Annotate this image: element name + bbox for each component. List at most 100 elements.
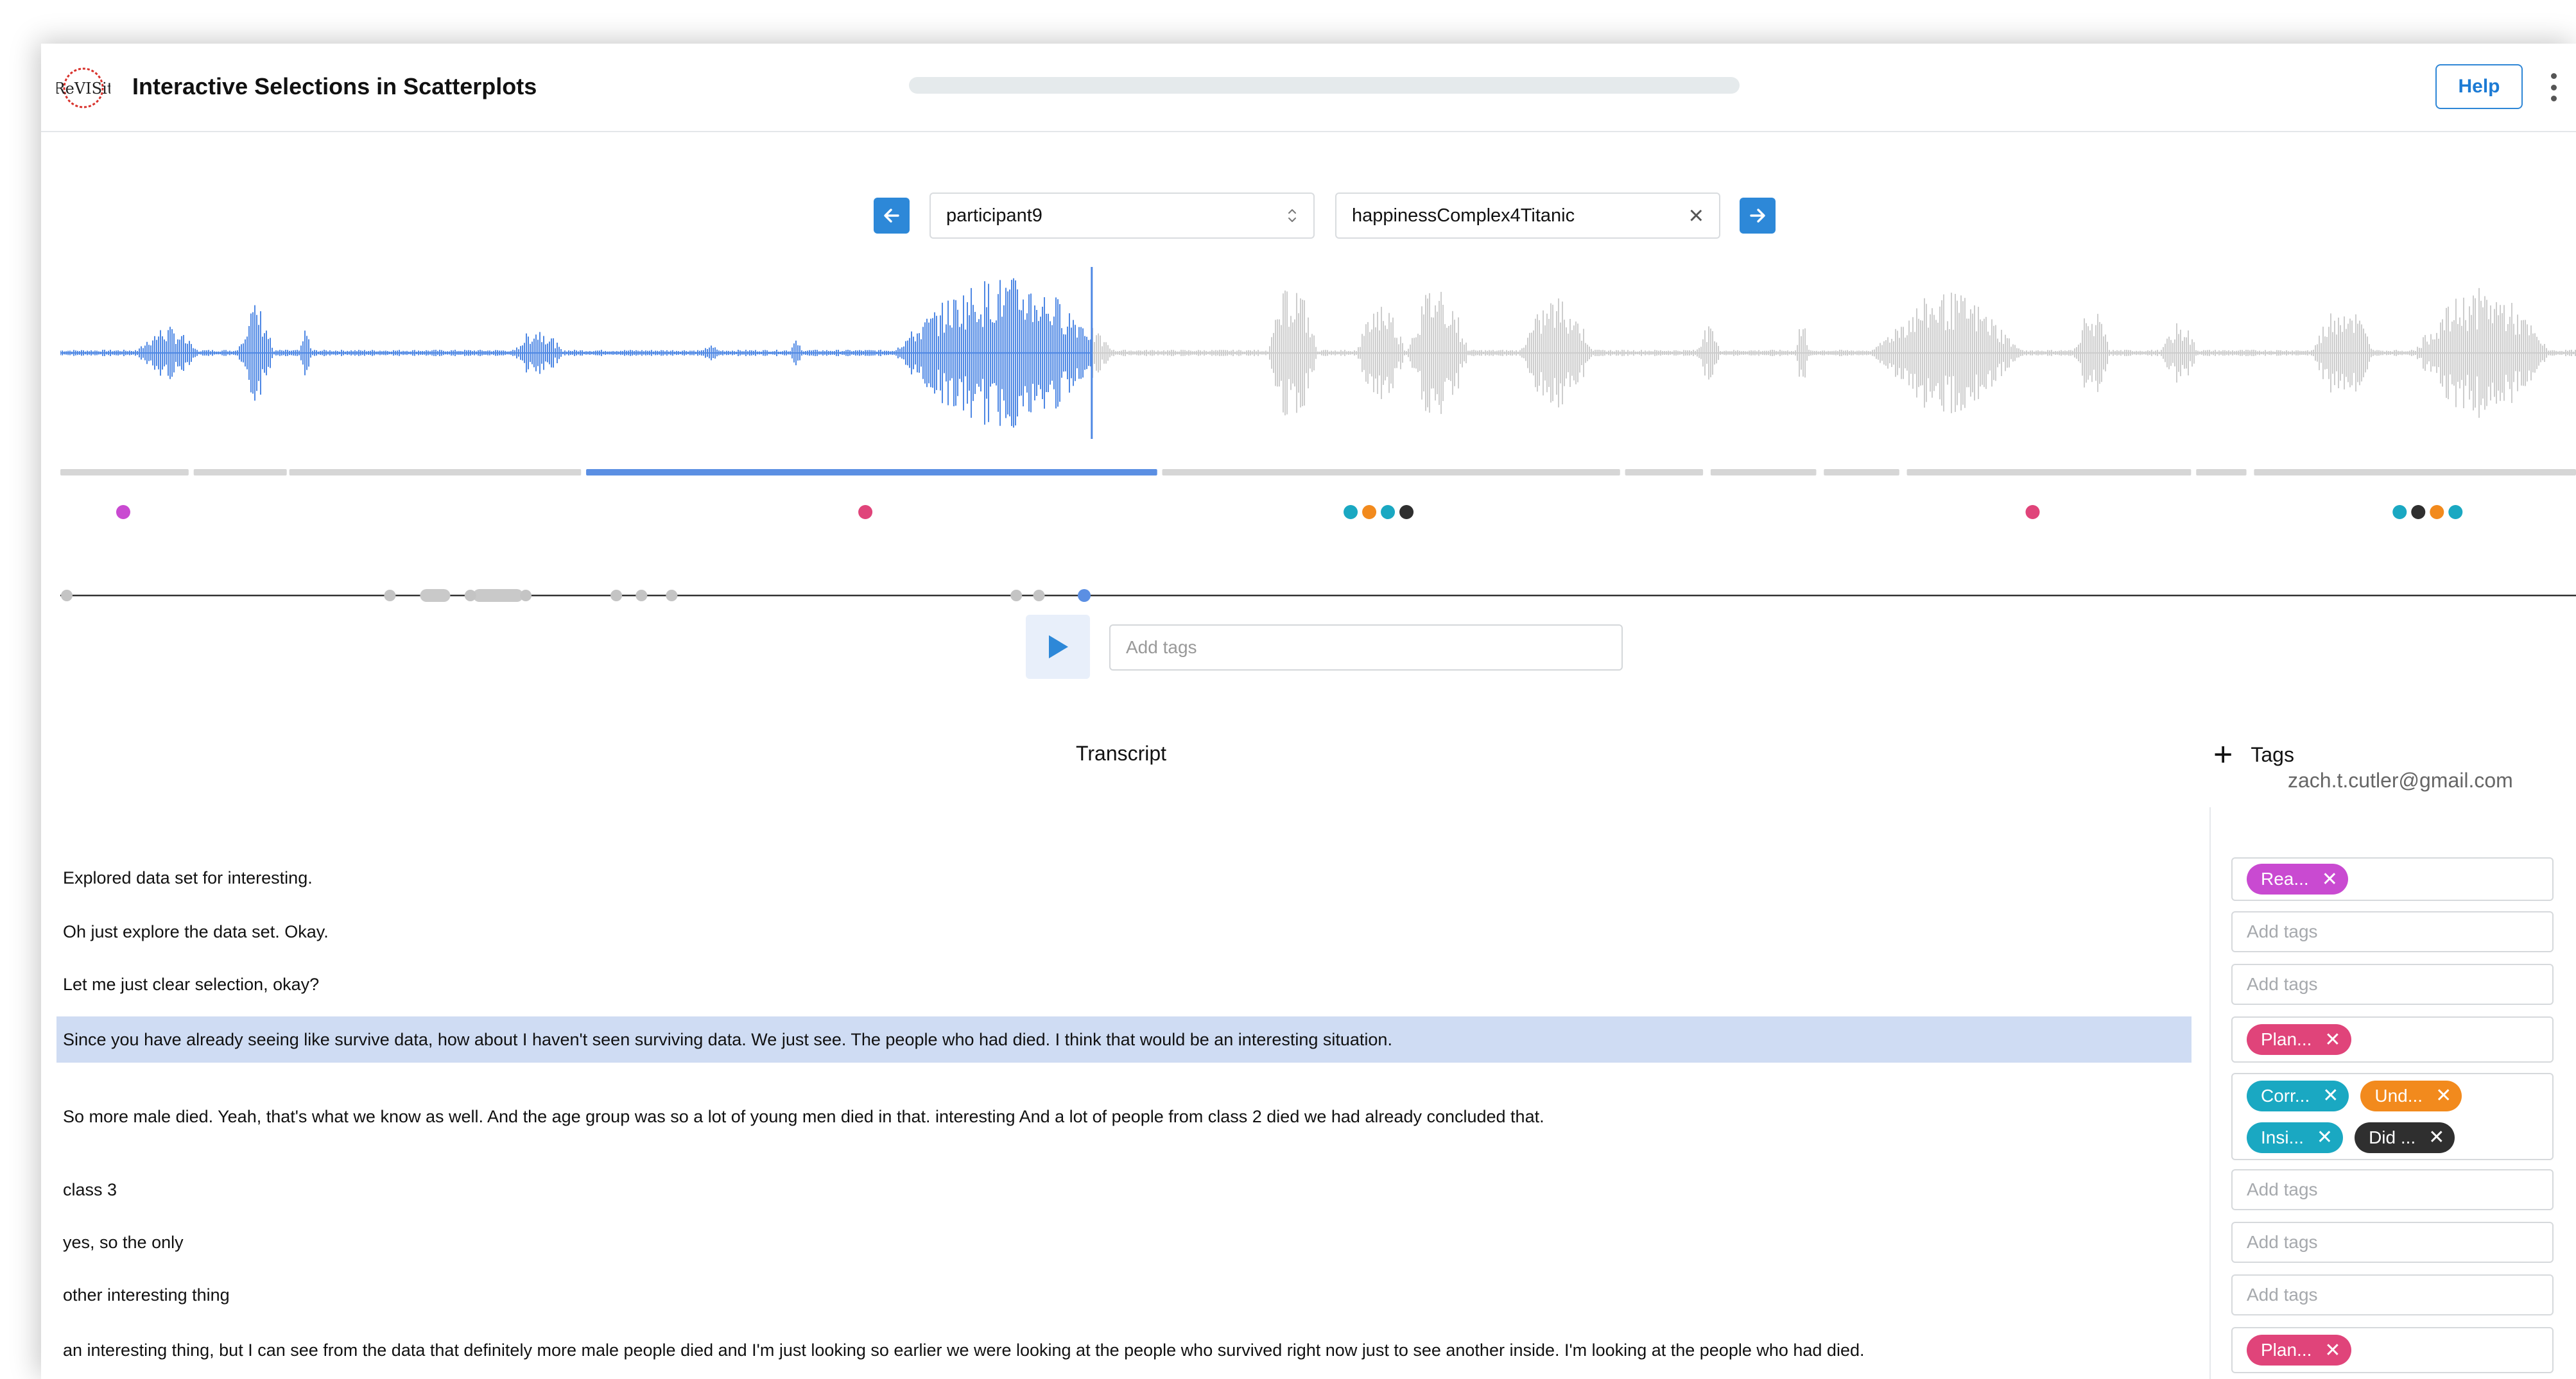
- transcript-segment[interactable]: [1162, 469, 1620, 475]
- segment-tags-input[interactable]: Add tags: [1109, 624, 1623, 671]
- remove-tag-icon[interactable]: ✕: [2324, 1339, 2340, 1362]
- transcript-segment[interactable]: [2254, 469, 2576, 475]
- transcript-row-text[interactable]: class 3: [56, 1169, 117, 1210]
- remove-tag-icon[interactable]: ✕: [2322, 1084, 2338, 1107]
- participant-select[interactable]: participant9: [929, 193, 1315, 239]
- tag-marker-track: [116, 505, 2463, 519]
- tag-chip-label: Insi...: [2261, 1127, 2304, 1147]
- tag-marker: [1362, 505, 1377, 519]
- remove-tag-icon[interactable]: ✕: [2435, 1084, 2451, 1107]
- clear-task-icon[interactable]: ×: [1689, 203, 1704, 228]
- next-participant-button[interactable]: [1740, 198, 1776, 234]
- page-title: Interactive Selections in Scatterplots: [132, 73, 537, 99]
- provenance-node[interactable]: [1010, 590, 1023, 601]
- provenance-node[interactable]: [1078, 589, 1091, 602]
- provenance-node[interactable]: [610, 590, 623, 601]
- tag-chip[interactable]: Did ... ✕: [2355, 1122, 2455, 1153]
- row-tags-input[interactable]: Add tags: [2231, 1274, 2554, 1315]
- transcript-row-text[interactable]: Let me just clear selection, okay?: [56, 964, 319, 1005]
- provenance-node[interactable]: [1033, 590, 1045, 601]
- help-button[interactable]: Help: [2435, 64, 2523, 109]
- row-tags-input[interactable]: Add tags: [2231, 911, 2554, 952]
- tag-marker: [2411, 505, 2426, 519]
- tags-header: + Tags: [2213, 738, 2294, 771]
- row-tags-input[interactable]: Add tags: [2231, 964, 2554, 1005]
- provenance-node[interactable]: [464, 590, 476, 601]
- transcript-row-text[interactable]: So more male died. Yeah, that's what we …: [56, 1073, 1544, 1160]
- tag-chip[interactable]: Plan... ✕: [2247, 1335, 2351, 1366]
- row-tags-input[interactable]: Plan... ✕: [2231, 1327, 2554, 1373]
- transcript-segment[interactable]: [1824, 469, 1899, 475]
- tag-marker: [1399, 505, 1414, 519]
- tags-placeholder: Add tags: [2247, 1232, 2318, 1252]
- transcript-segment[interactable]: [586, 469, 1157, 475]
- tag-chip[interactable]: Und... ✕: [2360, 1080, 2462, 1111]
- tag-chip[interactable]: Plan... ✕: [2247, 1024, 2351, 1055]
- remove-tag-icon[interactable]: ✕: [2324, 1029, 2340, 1051]
- transcript-title: Transcript: [1076, 742, 1167, 765]
- play-button[interactable]: [1026, 615, 1090, 679]
- transcript-segment[interactable]: [289, 469, 582, 475]
- provenance-node[interactable]: [666, 590, 678, 601]
- tag-chip-label: Plan...: [2261, 1029, 2312, 1049]
- transcript-row-text[interactable]: an interesting thing, but I can see from…: [56, 1327, 1864, 1373]
- row-tags-input[interactable]: Add tags: [2231, 1169, 2554, 1210]
- row-tags-input[interactable]: Rea... ✕: [2231, 857, 2554, 901]
- tag-marker: [858, 505, 873, 519]
- tags-placeholder: Add tags: [2247, 1285, 2318, 1305]
- svg-text:ReVISit: ReVISit: [56, 80, 110, 98]
- tags-header-label: Tags: [2251, 742, 2294, 766]
- chevron-up-down-icon: [1288, 209, 1296, 222]
- user-email: zach.t.cutler@gmail.com: [2288, 769, 2513, 792]
- previous-participant-button[interactable]: [874, 198, 910, 234]
- provenance-node[interactable]: [635, 590, 648, 601]
- provenance-group[interactable]: [472, 589, 524, 602]
- tag-marker: [2025, 505, 2040, 519]
- tag-chip[interactable]: Corr... ✕: [2247, 1080, 2349, 1111]
- remove-tag-icon[interactable]: ✕: [2428, 1126, 2444, 1149]
- task-value: happinessComplex4Titanic: [1352, 205, 1575, 226]
- provenance-timeline[interactable]: [60, 576, 2576, 615]
- provenance-node[interactable]: [61, 590, 73, 601]
- transcript-row-text[interactable]: yes, so the only: [56, 1222, 184, 1263]
- tags-placeholder: Add tags: [2247, 974, 2318, 994]
- tag-marker: [1381, 505, 1396, 519]
- remove-tag-icon[interactable]: ✕: [2317, 1126, 2333, 1149]
- more-options-icon[interactable]: [2548, 73, 2559, 101]
- tag-marker: [2448, 505, 2463, 519]
- transcript-row-text[interactable]: Oh just explore the data set. Okay.: [56, 911, 329, 952]
- arrow-right-icon: [1750, 209, 1765, 223]
- add-tag-icon[interactable]: +: [2213, 738, 2233, 771]
- row-tags-input[interactable]: Corr... ✕ Und... ✕ Insi... ✕ Did ... ✕: [2231, 1073, 2554, 1160]
- tag-chip-label: Und...: [2374, 1085, 2423, 1106]
- transcript-row-text[interactable]: Explored data set for interesting.: [56, 857, 313, 898]
- transcript-segment[interactable]: [1625, 469, 1704, 475]
- transcript-segment[interactable]: [193, 469, 287, 475]
- transcript-segment[interactable]: [2196, 469, 2247, 475]
- tag-chip-label: Corr...: [2261, 1085, 2310, 1106]
- transcript-row-text[interactable]: other interesting thing: [56, 1274, 230, 1315]
- progress-bar: [909, 77, 1740, 94]
- tag-chip[interactable]: Insi... ✕: [2247, 1122, 2344, 1153]
- tags-placeholder: Add tags: [2247, 921, 2318, 941]
- transcript-segment[interactable]: [60, 469, 189, 475]
- header: ReVISit Interactive Selections in Scatte…: [41, 44, 2576, 132]
- transcript-segment[interactable]: [1710, 469, 1817, 475]
- tag-chip[interactable]: Rea... ✕: [2247, 864, 2348, 895]
- provenance-group[interactable]: [420, 589, 451, 602]
- provenance-node[interactable]: [520, 590, 532, 601]
- provenance-node[interactable]: [384, 590, 396, 601]
- row-tags-input[interactable]: Add tags: [2231, 1222, 2554, 1263]
- tag-chip-label: Plan...: [2261, 1340, 2312, 1360]
- tags-placeholder: Add tags: [2247, 1179, 2318, 1199]
- transcript-segment-bar[interactable]: [60, 467, 2576, 477]
- participant-value: participant9: [946, 205, 1042, 226]
- task-select[interactable]: happinessComplex4Titanic ×: [1335, 193, 1720, 239]
- transcript-row-text[interactable]: Since you have already seeing like survi…: [56, 1016, 2191, 1063]
- row-tags-input[interactable]: Plan... ✕: [2231, 1016, 2554, 1063]
- remove-tag-icon[interactable]: ✕: [2322, 868, 2338, 891]
- tag-marker: [2430, 505, 2444, 519]
- transcript-segment[interactable]: [1906, 469, 2191, 475]
- tag-marker: [2392, 505, 2407, 519]
- audio-waveform[interactable]: [60, 267, 2576, 439]
